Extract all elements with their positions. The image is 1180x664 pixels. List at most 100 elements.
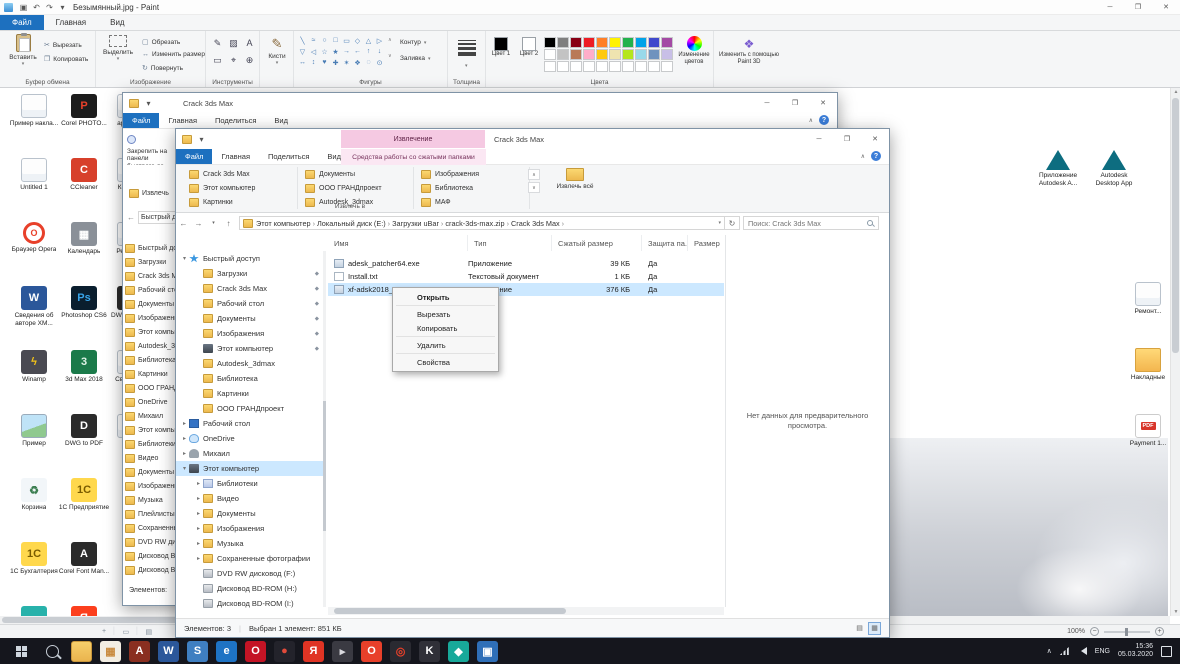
sidebar-item[interactable]: Autodesk_3dmax <box>125 339 176 353</box>
shape-icon[interactable]: ◌ <box>363 57 374 68</box>
notification-center-icon[interactable] <box>1161 645 1172 657</box>
search-box[interactable] <box>743 216 879 230</box>
ribbon-tab[interactable]: Файл <box>123 113 160 128</box>
resize-button[interactable]: ↔ Изменить размер <box>142 51 205 58</box>
taskbar-icon[interactable] <box>71 640 92 662</box>
collapse-ribbon-icon[interactable]: ∧ <box>809 117 813 124</box>
sidebar-item[interactable]: Видео <box>125 451 176 465</box>
shape-icon[interactable]: ≈ <box>308 35 319 46</box>
paste-button[interactable]: Вставить ▾ <box>6 33 40 67</box>
tree-item[interactable]: Библиотека <box>176 371 324 386</box>
shape-icon[interactable]: ▭ <box>341 35 352 46</box>
ribbon-tab[interactable]: Главная <box>159 113 206 128</box>
tree-scrollbar[interactable] <box>323 251 326 607</box>
breadcrumb-segment[interactable]: Crack 3ds Max <box>511 219 560 228</box>
ribbon-tab[interactable]: Поделиться <box>206 113 265 128</box>
sidebar-item[interactable]: Музыка <box>125 493 176 507</box>
outer-maximize-button[interactable]: ❐ <box>781 93 809 113</box>
scroll-up-icon[interactable]: ∧ <box>528 169 540 180</box>
palette-empty-slot[interactable] <box>596 61 608 72</box>
tree-item[interactable]: Картинки <box>176 386 324 401</box>
desktop-icon[interactable]: Я Яндекс <box>58 606 110 616</box>
desktop-icon[interactable]: D DWG to PDF <box>58 414 110 470</box>
shape-icon[interactable]: ⊙ <box>374 57 385 68</box>
shape-icon[interactable]: ▽ <box>297 46 308 57</box>
palette-empty-slot[interactable] <box>622 61 634 72</box>
shape-icon[interactable]: ← <box>352 46 363 57</box>
extract-destination[interactable]: Библиотека <box>416 181 529 195</box>
pin-to-quick-access-button[interactable]: Закрепить на панели быстрого до <box>127 135 175 165</box>
edit-colors-button[interactable]: Изменение цветов <box>676 36 712 66</box>
palette-color[interactable] <box>557 49 569 60</box>
palette-color[interactable] <box>648 37 660 48</box>
search-input[interactable] <box>744 218 860 228</box>
sidebar-item[interactable]: Быстрый доступ <box>125 241 176 255</box>
volume-icon[interactable] <box>1077 647 1087 655</box>
sidebar-item[interactable]: Загрузки <box>125 255 176 269</box>
taskbar-search-icon[interactable] <box>46 644 59 658</box>
outer-close-button[interactable]: ✕ <box>809 93 837 113</box>
context-menu-item[interactable]: Копировать <box>393 321 498 335</box>
tree-item[interactable]: ▸ Михаил <box>176 446 324 461</box>
breadcrumb-segment[interactable]: Загрузки uBar <box>392 219 439 228</box>
zoom-slider[interactable] <box>1104 627 1150 636</box>
desktop-icon[interactable]: ϟ Winamp <box>8 350 60 406</box>
tool-icon[interactable]: ▭ <box>210 52 225 68</box>
tool-icon[interactable]: ⌖ <box>226 52 241 68</box>
extract-button[interactable]: Извлечь <box>129 189 169 198</box>
desktop-icon[interactable]: Пример накла... <box>8 94 60 150</box>
paint-close-button[interactable]: ✕ <box>1152 0 1180 14</box>
desktop-icon[interactable]: Ps Photoshop CS6 <box>58 286 110 342</box>
paint-vertical-scrollbar[interactable]: ▲ ▼ <box>1170 88 1180 616</box>
context-menu-item[interactable]: Вырезать <box>393 307 498 321</box>
desktop-icon[interactable]: PDF Payment 1... <box>1122 414 1170 470</box>
up-button[interactable]: ↑ <box>221 219 236 228</box>
start-button[interactable] <box>0 638 42 664</box>
desktop-icon[interactable]: Накладные <box>1122 348 1170 404</box>
paint-maximize-button[interactable]: ❐ <box>1124 0 1152 14</box>
shape-icon[interactable]: ↔ <box>297 57 308 68</box>
expand-chevron-icon[interactable]: ▸ <box>194 525 203 532</box>
desktop-icon[interactable]: Пример <box>8 414 60 470</box>
palette-color[interactable] <box>583 49 595 60</box>
color1-button[interactable]: Цвет 1 <box>488 37 514 57</box>
line-width-button[interactable] <box>458 40 476 56</box>
contextual-tab[interactable]: Средства работы со сжатыми папками <box>341 149 486 165</box>
expand-chevron-icon[interactable]: ▸ <box>180 435 189 442</box>
sidebar-item[interactable]: Crack 3ds Max <box>125 269 176 283</box>
copy-button[interactable]: ❐ Копировать <box>44 55 88 64</box>
tree-item[interactable]: DVD RW дисковод (F:) <box>176 566 324 581</box>
outline-button[interactable]: Контур ▾ <box>400 39 426 46</box>
taskbar-icon[interactable]: ● <box>274 640 295 662</box>
scrollbar-thumb[interactable] <box>323 401 326 531</box>
extract-all-button[interactable]: Извлечь всё <box>548 168 602 191</box>
desktop-icon[interactable]: C CCleaner <box>58 158 110 214</box>
column-header-compressed-size[interactable]: Сжатый размер <box>552 235 642 251</box>
undo-icon[interactable]: ↶ <box>30 3 43 12</box>
scrollbar-thumb[interactable] <box>1172 98 1179 353</box>
shape-icon[interactable]: ▷ <box>374 35 385 46</box>
forward-button[interactable]: → <box>191 219 206 228</box>
context-menu-item[interactable]: Удалить <box>393 338 498 352</box>
tool-icon[interactable]: A <box>242 35 257 51</box>
column-header-type[interactable]: Тип <box>468 235 552 251</box>
paint3d-button[interactable]: ❖ Изменить с помощью Paint 3D <box>718 37 780 66</box>
file-row[interactable]: Install.txt Текстовый документ 1 КБ Да <box>328 270 724 283</box>
zoom-in-button[interactable]: + <box>1155 627 1164 636</box>
cut-button[interactable]: ✂ Вырезать <box>44 41 82 50</box>
column-header-protection[interactable]: Защита па... <box>642 235 688 251</box>
desktop-icon[interactable]: Ремонт... <box>1122 282 1170 338</box>
taskbar-icon[interactable]: e <box>216 640 237 662</box>
palette-color[interactable] <box>544 37 556 48</box>
file-row[interactable]: adesk_patcher64.exe Приложение 39 КБ Да <box>328 257 724 270</box>
desktop-icon[interactable]: Autodesk Desktop App <box>1088 150 1140 206</box>
back-button[interactable]: ← <box>176 219 191 228</box>
refresh-button[interactable]: ↻ <box>725 216 740 230</box>
sidebar-item[interactable]: ООО ГРАНДпроект <box>125 381 176 395</box>
brushes-button[interactable]: ✎ Кисти ▾ <box>263 36 291 66</box>
palette-empty-slot[interactable] <box>661 61 673 72</box>
palette-color[interactable] <box>661 37 673 48</box>
taskbar-icon[interactable]: ▦ <box>100 640 121 662</box>
hidden-icons-chevron-icon[interactable]: ∧ <box>1047 647 1052 655</box>
palette-empty-slot[interactable] <box>570 61 582 72</box>
